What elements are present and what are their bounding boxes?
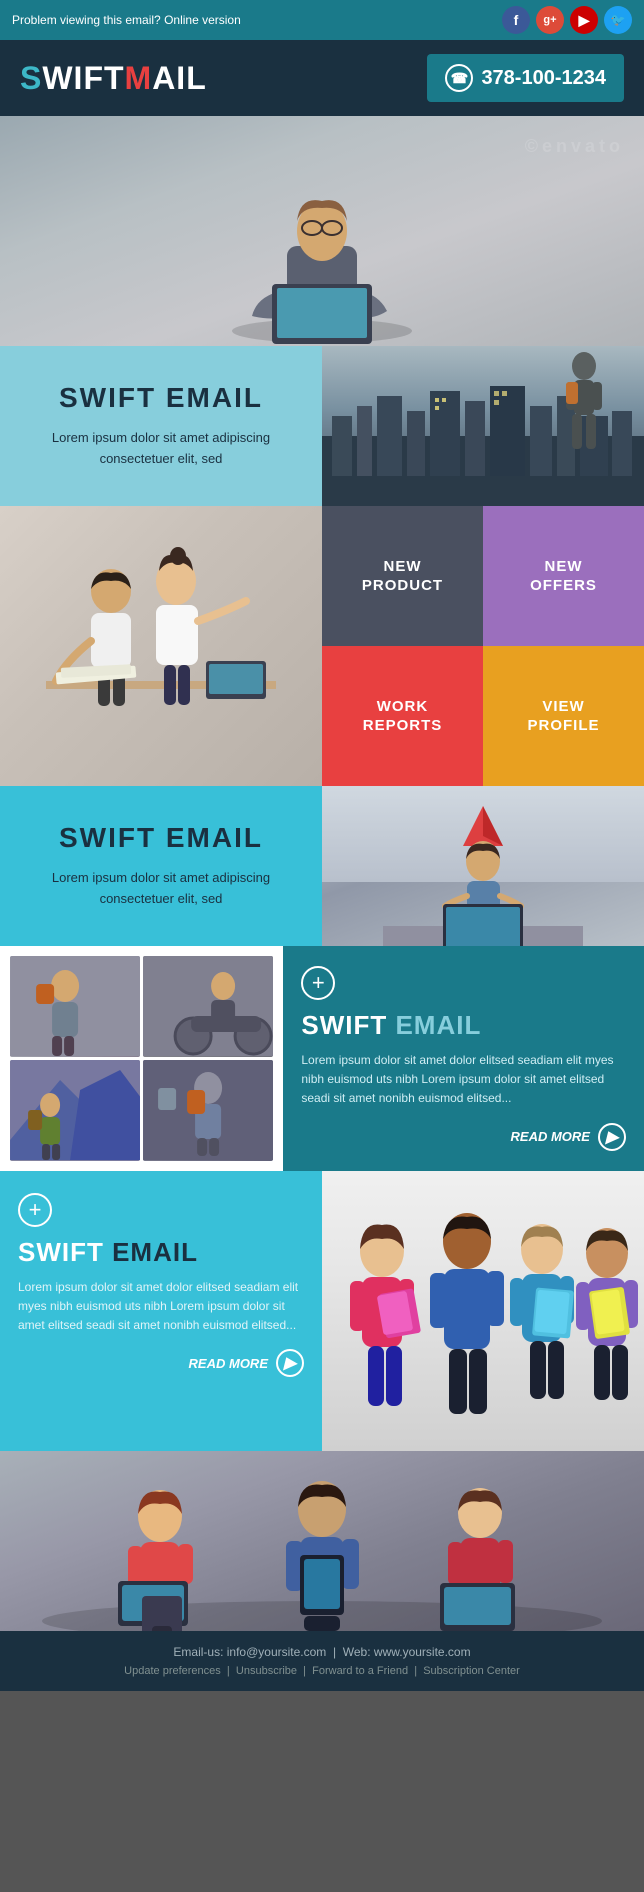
footer-banner-image [0,1451,644,1631]
swift-email-block-2: SWIFT EMAIL Lorem ipsum dolor sit amet a… [0,786,322,946]
read-more-arrow-1: ▶ [598,1123,626,1151]
logo: SWIFTMAIL [20,60,207,97]
block-body-1: Lorem ipsum dolor sit amet dolor elitsed… [301,1051,626,1109]
read-more-arrow-2: ▶ [276,1349,304,1377]
email-label: Email-us: [173,1645,223,1659]
swift-email-title-2: SWIFT EMAIL [59,822,263,854]
small-photo-1 [10,956,140,1057]
office-photo [0,506,322,786]
social-icons: f g+ ▶ 🐦 [502,6,632,34]
logo-ail: AIL [152,60,207,96]
small-photo-3 [10,1060,140,1161]
tile-new-offers-text: NEWOFFERS [530,557,597,596]
footer-sub-center-link[interactable]: Subscription Center [423,1665,520,1677]
city-photo [322,346,644,506]
plus-circle-1: + [301,966,335,1000]
block-title-1: SWIFT EMAIL [301,1010,626,1041]
section-photos-text-1: + SWIFT EMAIL Lorem ipsum dolor sit amet… [0,946,644,1171]
group-photo [322,1171,644,1451]
google-plus-icon[interactable]: g+ [536,6,564,34]
footer: Email-us: info@yoursite.com | Web: www.y… [0,1631,644,1691]
section-swift-city: SWIFT EMAIL Lorem ipsum dolor sit amet a… [0,346,644,506]
twitter-icon[interactable]: 🐦 [604,6,632,34]
hero-image: ©envato [0,116,644,346]
section-swift-laptop: SWIFT EMAIL Lorem ipsum dolor sit amet a… [0,786,644,946]
swift-email-text-2: Lorem ipsum dolor sit amet adipiscing co… [20,868,302,910]
footer-email[interactable]: info@yoursite.com [227,1645,327,1659]
header: SWIFTMAIL ☎ 378-100-1234 [0,40,644,116]
small-photos-grid-1 [0,946,283,1171]
section-cyan-group: + SWIFT EMAIL Lorem ipsum dolor sit amet… [0,1171,644,1451]
laptop-person-photo [322,786,644,946]
footer-forward-link[interactable]: Forward to a Friend [312,1665,408,1677]
read-more-2[interactable]: READ MORE ▶ [18,1349,304,1377]
email-wrapper: Problem viewing this email? Online versi… [0,0,644,1691]
text-block-1: + SWIFT EMAIL Lorem ipsum dolor sit amet… [283,946,644,1171]
plus-circle-2: + [18,1193,52,1227]
watermark: ©envato [525,136,624,157]
footer-links: Update preferences | Unsubscribe | Forwa… [20,1665,624,1677]
swift-email-text-1: Lorem ipsum dolor sit amet adipiscing co… [20,428,302,470]
footer-web[interactable]: www.yoursite.com [374,1645,471,1659]
facebook-icon[interactable]: f [502,6,530,34]
tile-new-offers[interactable]: NEWOFFERS [483,506,644,646]
small-photo-4 [143,1060,273,1161]
tile-view-profile[interactable]: VIEWPROFILE [483,646,644,786]
footer-update-link[interactable]: Update preferences [124,1665,221,1677]
block-title-2: SWIFT EMAIL [18,1237,304,1268]
read-more-1[interactable]: READ MORE ▶ [301,1123,626,1151]
youtube-icon[interactable]: ▶ [570,6,598,34]
phone-number: 378-100-1234 [481,67,606,90]
block-body-2: Lorem ipsum dolor sit amet dolor elitsed… [18,1278,304,1336]
phone-icon: ☎ [445,64,473,92]
logo-s: S [20,60,42,96]
swift-email-block-1: SWIFT EMAIL Lorem ipsum dolor sit amet a… [0,346,322,506]
footer-contact-line: Email-us: info@yoursite.com | Web: www.y… [20,1645,624,1659]
footer-unsub-link[interactable]: Unsubscribe [236,1665,297,1677]
logo-m: M [125,60,153,96]
topbar-text: Problem viewing this email? Online versi… [12,13,241,27]
tile-view-profile-text: VIEWPROFILE [527,697,599,736]
small-photo-2 [143,956,273,1057]
tiles-grid: NEWPRODUCT NEWOFFERS WORKREPORTS VIEWPRO… [322,506,644,786]
swift-email-title-1: SWIFT EMAIL [59,382,263,414]
phone-box[interactable]: ☎ 378-100-1234 [427,54,624,102]
tile-work-reports[interactable]: WORKREPORTS [322,646,483,786]
logo-wift: WIFT [42,60,124,96]
tile-new-product[interactable]: NEWPRODUCT [322,506,483,646]
top-bar: Problem viewing this email? Online versi… [0,0,644,40]
web-label: Web: [343,1645,371,1659]
tile-new-product-text: NEWPRODUCT [362,557,443,596]
cyan-text-block: + SWIFT EMAIL Lorem ipsum dolor sit amet… [0,1171,322,1451]
tile-work-reports-text: WORKREPORTS [363,697,443,736]
section-office-tiles: NEWPRODUCT NEWOFFERS WORKREPORTS VIEWPRO… [0,506,644,786]
